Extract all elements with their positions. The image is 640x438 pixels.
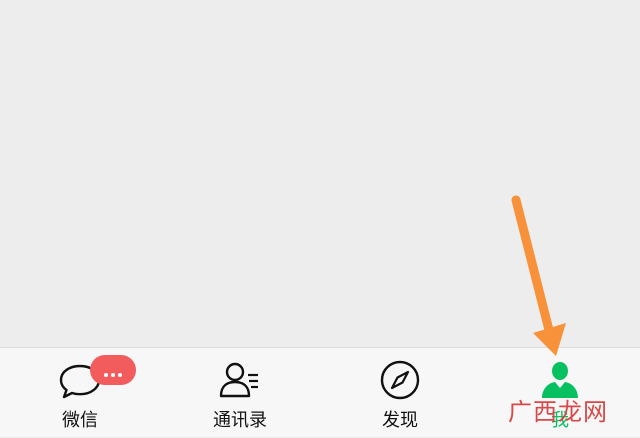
unread-badge: ··· (90, 355, 136, 385)
tab-contacts[interactable]: 通讯录 (180, 348, 300, 438)
contacts-icon (219, 362, 258, 398)
tab-label: 通讯录 (213, 410, 267, 431)
tab-label: 发现 (382, 410, 418, 431)
watermark: 广西龙网 (508, 398, 608, 426)
tab-label: 微信 (62, 410, 98, 431)
tab-discover[interactable]: 发现 (340, 348, 460, 438)
compass-icon (380, 360, 420, 400)
badge-dots (90, 362, 136, 381)
content-area (0, 0, 640, 347)
